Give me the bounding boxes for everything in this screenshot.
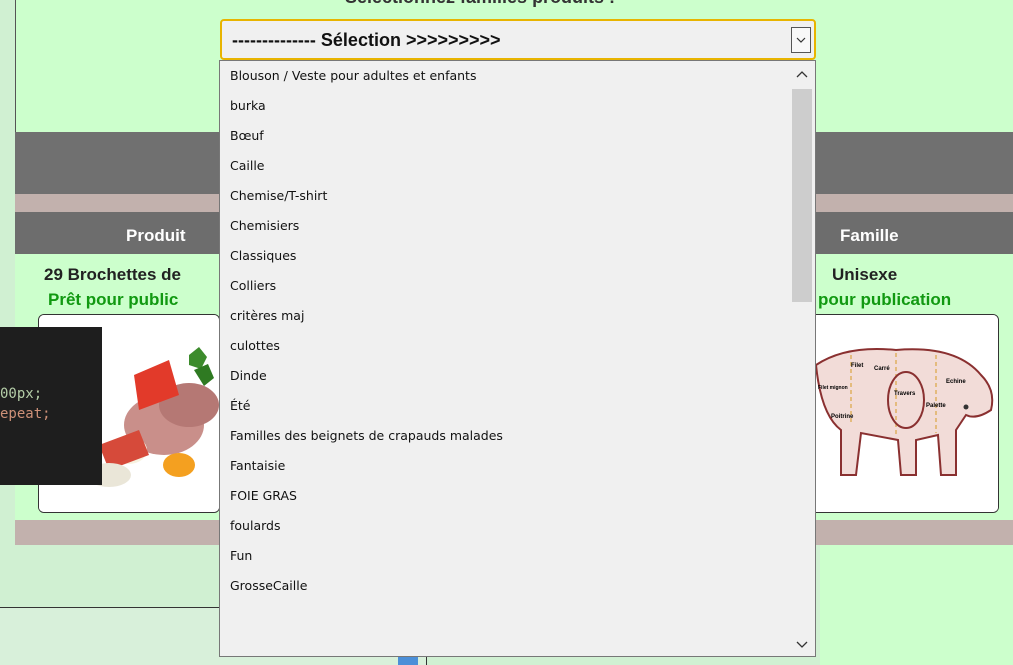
- dropdown-option[interactable]: Colliers: [220, 271, 790, 301]
- pig-label: Filet mignon: [818, 385, 848, 391]
- dropdown-option[interactable]: Fun: [220, 541, 790, 571]
- dropdown-option[interactable]: Bœuf: [220, 121, 790, 151]
- select-value: -------------- Sélection >>>>>>>>>: [232, 30, 501, 50]
- scroll-down-icon[interactable]: [789, 630, 815, 656]
- chevron-down-icon[interactable]: [791, 27, 811, 53]
- dropdown-scrollbar[interactable]: [789, 61, 815, 656]
- scrollbar-thumb[interactable]: [792, 89, 812, 302]
- dropdown-option[interactable]: burka: [220, 91, 790, 121]
- header-product: Produit: [126, 226, 186, 245]
- bottom-right-area: [820, 545, 1013, 665]
- family-image[interactable]: Filet Carré Echine Filet mignon Travers …: [805, 314, 999, 513]
- pig-label: Palette: [926, 403, 946, 409]
- dropdown-option[interactable]: critères maj: [220, 301, 790, 331]
- scroll-up-icon[interactable]: [789, 61, 815, 89]
- dropdown-option[interactable]: GrosseCaille: [220, 571, 790, 601]
- page-caption: Sélectionnez familles produits :: [345, 0, 615, 8]
- dropdown-option[interactable]: FOIE GRAS: [220, 481, 790, 511]
- dropdown-option[interactable]: Familles des beignets de crapauds malade…: [220, 421, 790, 451]
- dropdown-option[interactable]: Été: [220, 391, 790, 421]
- dropdown-option[interactable]: Fantaisie: [220, 451, 790, 481]
- header-family: Famille: [840, 226, 899, 245]
- dropdown-option[interactable]: Chemise/T-shirt: [220, 181, 790, 211]
- pig-label: Echine: [946, 379, 966, 385]
- dropdown-option[interactable]: Dinde: [220, 361, 790, 391]
- code-editor-overlay: 00px; epeat;: [0, 327, 102, 485]
- pig-cuts-image: Filet Carré Echine Filet mignon Travers …: [806, 315, 998, 512]
- family-select[interactable]: -------------- Sélection >>>>>>>>>: [220, 19, 816, 60]
- pig-label: Poitrine: [831, 414, 854, 420]
- dropdown-option[interactable]: culottes: [220, 331, 790, 361]
- product-name: 29 Brochettes de: [44, 265, 181, 284]
- pig-label: Carré: [874, 366, 890, 372]
- code-line: epeat;: [0, 406, 51, 422]
- dropdown-option[interactable]: Classiques: [220, 241, 790, 271]
- dropdown-option[interactable]: Blouson / Veste pour adultes et enfants: [220, 61, 790, 91]
- dropdown-option[interactable]: Chemisiers: [220, 211, 790, 241]
- code-line: 00px;: [0, 386, 43, 402]
- product-status: Prêt pour public: [48, 290, 179, 309]
- family-select-dropdown[interactable]: Blouson / Veste pour adultes et enfants …: [219, 60, 816, 657]
- family-name: Unisexe: [832, 265, 898, 284]
- pig-label: Filet: [851, 363, 863, 369]
- dropdown-option[interactable]: Caille: [220, 151, 790, 181]
- dropdown-option[interactable]: foulards: [220, 511, 790, 541]
- family-status: pour publication: [818, 290, 952, 309]
- pig-label: Travers: [894, 391, 916, 397]
